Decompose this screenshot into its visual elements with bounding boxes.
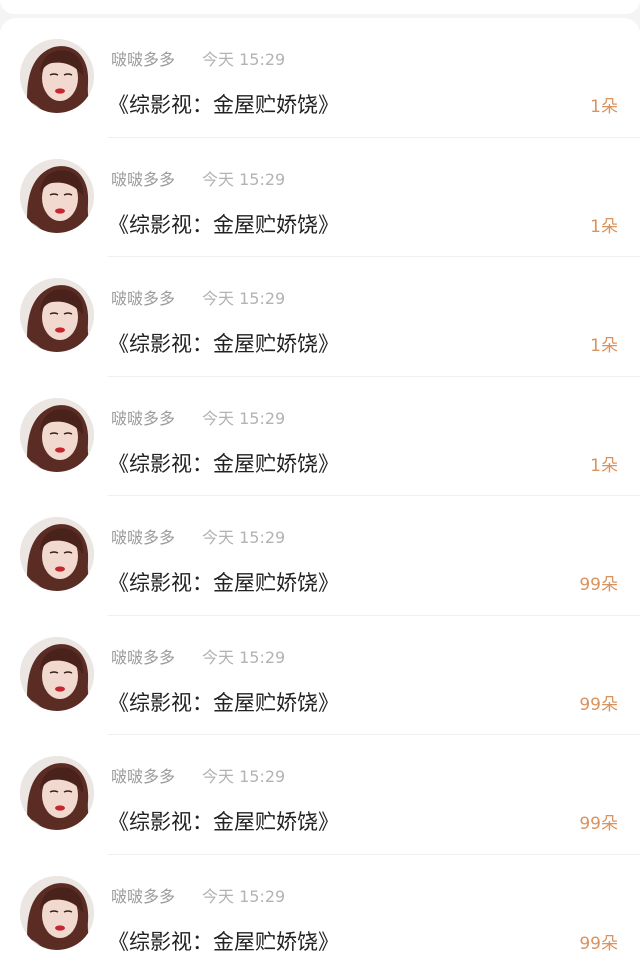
user-avatar[interactable] [20, 517, 94, 591]
list-item[interactable]: 啵啵多多 今天 15:29 《综影视：金屋贮娇饶》 1朵 [0, 377, 640, 496]
previous-section-card [0, 0, 640, 14]
flower-count: 1朵 [590, 455, 618, 476]
timestamp: 今天 15:29 [202, 528, 286, 547]
timestamp: 今天 15:29 [202, 767, 286, 786]
list-item[interactable]: 啵啵多多 今天 15:29 《综影视：金屋贮娇饶》 1朵 [0, 138, 640, 257]
username[interactable]: 啵啵多多 [111, 529, 175, 547]
list-item[interactable]: 啵啵多多 今天 15:29 《综影视：金屋贮娇饶》 99朵 [0, 616, 640, 735]
username[interactable]: 啵啵多多 [111, 51, 175, 69]
flower-count: 99朵 [579, 694, 618, 715]
flower-count: 1朵 [590, 216, 618, 237]
page: 啵啵多多 今天 15:29 《综影视：金屋贮娇饶》 1朵 啵啵多多 今天 15:… [0, 0, 640, 978]
timestamp: 今天 15:29 [202, 169, 286, 189]
timestamp: 今天 15:29 [202, 886, 286, 906]
book-title[interactable]: 《综影视：金屋贮娇饶》 [108, 332, 339, 356]
book-title[interactable]: 《综影视：金屋贮娇饶》 [108, 930, 339, 954]
user-avatar[interactable] [20, 158, 94, 233]
flower-count: 99朵 [579, 575, 618, 595]
username[interactable]: 啵啵多多 [111, 887, 175, 906]
user-avatar[interactable] [20, 278, 94, 352]
gift-record-list: 啵啵多多 今天 15:29 《综影视：金屋贮娇饶》 1朵 啵啵多多 今天 15:… [0, 18, 640, 978]
flower-count: 99朵 [579, 814, 618, 834]
user-avatar[interactable] [20, 875, 94, 950]
book-title[interactable]: 《综影视：金屋贮娇饶》 [108, 452, 339, 476]
user-avatar[interactable] [20, 756, 94, 830]
avatar-image [20, 39, 94, 113]
username[interactable]: 啵啵多多 [111, 409, 175, 428]
timestamp: 今天 15:29 [202, 408, 286, 428]
avatar-image [20, 397, 94, 472]
avatar-image [20, 875, 94, 950]
list-item[interactable]: 啵啵多多 今天 15:29 《综影视：金屋贮娇饶》 99朵 [0, 496, 640, 616]
book-title[interactable]: 《综影视：金屋贮娇饶》 [108, 691, 339, 715]
avatar-image [20, 636, 94, 711]
list-item[interactable]: 啵啵多多 今天 15:29 《综影视：金屋贮娇饶》 1朵 [0, 257, 640, 377]
avatar-image [20, 756, 94, 830]
username[interactable]: 啵啵多多 [111, 170, 175, 189]
avatar-image [20, 278, 94, 352]
book-title[interactable]: 《综影视：金屋贮娇饶》 [108, 810, 339, 834]
timestamp: 今天 15:29 [202, 50, 286, 69]
flower-count: 1朵 [590, 97, 618, 117]
book-title[interactable]: 《综影视：金屋贮娇饶》 [108, 213, 339, 237]
user-avatar[interactable] [20, 397, 94, 472]
list-item[interactable]: 啵啵多多 今天 15:29 《综影视：金屋贮娇饶》 99朵 [0, 735, 640, 855]
user-avatar[interactable] [20, 39, 94, 113]
timestamp: 今天 15:29 [202, 647, 286, 667]
list-item[interactable]: 啵啵多多 今天 15:29 《综影视：金屋贮娇饶》 99朵 [0, 855, 640, 975]
username[interactable]: 啵啵多多 [111, 290, 175, 308]
book-title[interactable]: 《综影视：金屋贮娇饶》 [108, 571, 339, 595]
flower-count: 99朵 [579, 933, 618, 954]
username[interactable]: 啵啵多多 [111, 648, 175, 667]
username[interactable]: 啵啵多多 [111, 768, 175, 786]
list-item[interactable]: 啵啵多多 今天 15:29 《综影视：金屋贮娇饶》 1朵 [0, 18, 640, 138]
avatar-image [20, 517, 94, 591]
book-title[interactable]: 《综影视：金屋贮娇饶》 [108, 93, 339, 117]
flower-count: 1朵 [590, 336, 618, 356]
timestamp: 今天 15:29 [202, 289, 286, 308]
user-avatar[interactable] [20, 636, 94, 711]
avatar-image [20, 158, 94, 233]
